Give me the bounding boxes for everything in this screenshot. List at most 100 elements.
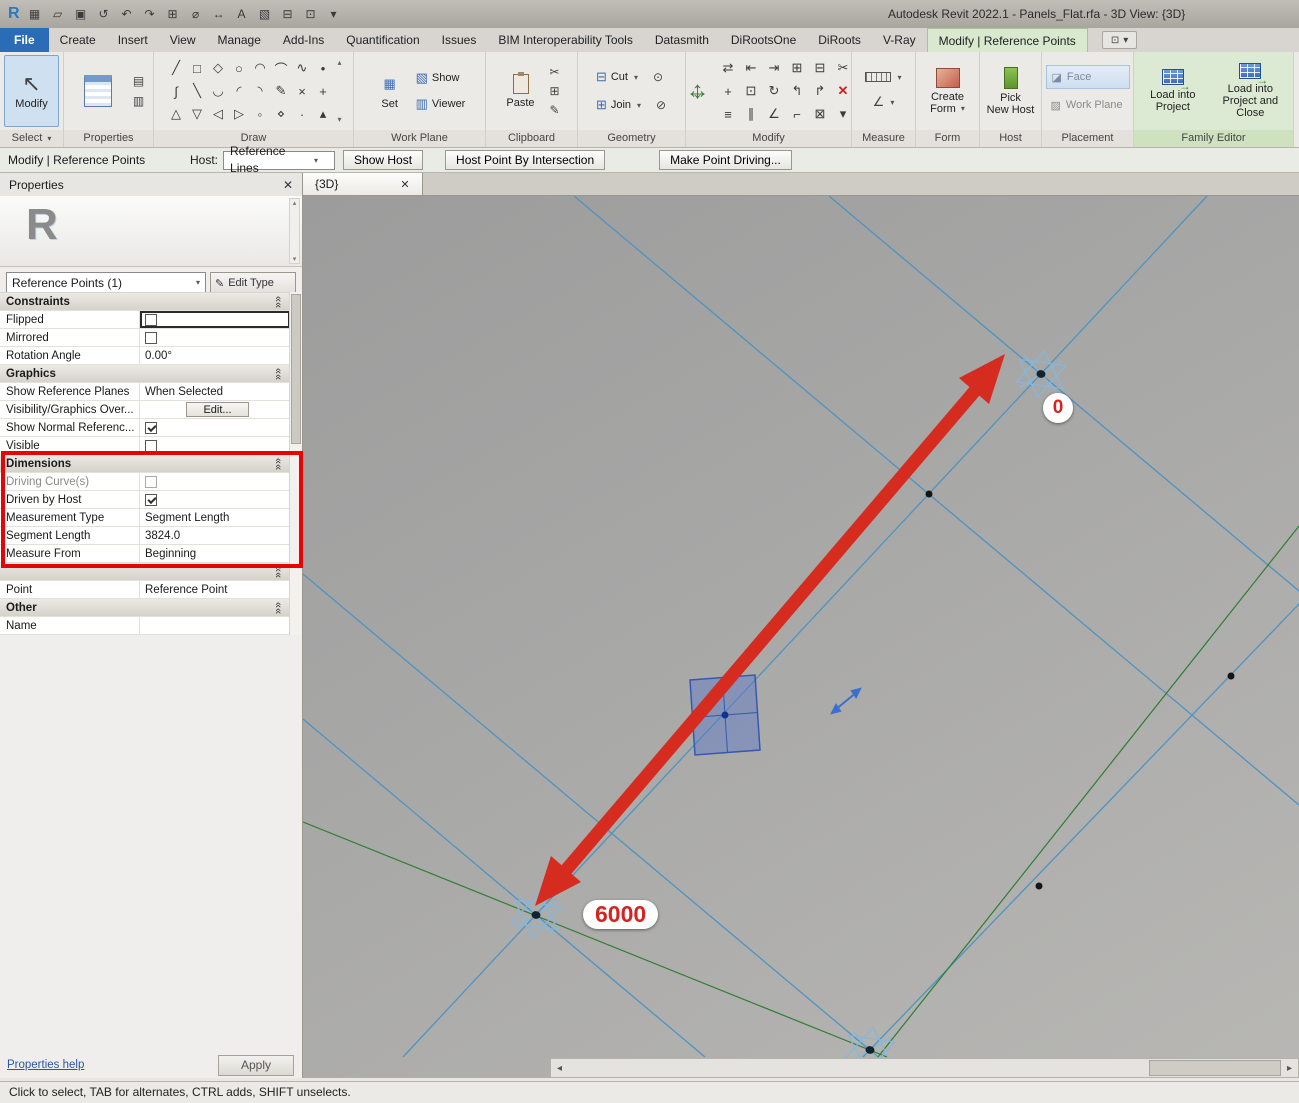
placement-work-plane-button[interactable]: ▨ Work Plane [1046, 93, 1130, 117]
segment-length-value[interactable]: 3824.0 [140, 527, 290, 544]
panel-label-geometry[interactable]: Geometry [578, 130, 685, 147]
tab-insert[interactable]: Insert [107, 28, 159, 52]
draw-close-icon[interactable]: × [291, 80, 312, 103]
param-row-visible[interactable]: Visible [0, 437, 290, 455]
draw-polygon-icon[interactable]: ◇ [207, 57, 228, 80]
scroll-down-icon[interactable]: ▾ [337, 115, 341, 124]
join-geometry-button[interactable]: ⊞ Join ▾ [593, 96, 644, 114]
tab-bim-interoperability-tools[interactable]: BIM Interoperability Tools [487, 28, 644, 52]
param-value[interactable]: When Selected [140, 383, 290, 400]
show-host-button[interactable]: Show Host [343, 150, 424, 170]
param-row-point[interactable]: Point Reference Point [0, 581, 290, 599]
param-row-driven-by-host[interactable]: Driven by Host [0, 491, 290, 509]
show-normal-reference-checkbox[interactable] [145, 421, 157, 434]
tab-create[interactable]: Create [49, 28, 107, 52]
param-value[interactable]: Segment Length [140, 509, 290, 526]
panel-label-properties[interactable]: Properties [64, 130, 153, 147]
properties-header[interactable]: Properties ✕ [0, 173, 302, 196]
panel-label-clipboard[interactable]: Clipboard [486, 130, 577, 147]
param-row-visibility-graphics[interactable]: Visibility/Graphics Over... Edit... [0, 401, 290, 419]
param-row-show-normal-reference[interactable]: Show Normal Referenc... [0, 419, 290, 437]
tab-quantification[interactable]: Quantification [335, 28, 430, 52]
model-canvas[interactable]: 0 6000 ◂ ▸ [303, 196, 1299, 1078]
offset-left-icon[interactable]: ⇤ [740, 57, 763, 80]
draw-arc-icon[interactable]: ◠ [249, 57, 270, 80]
app-menu-icon[interactable]: ▦ [27, 7, 43, 21]
reference-point-dots[interactable] [925, 490, 1235, 890]
flipped-checkbox[interactable] [145, 313, 157, 326]
point-dot[interactable] [925, 490, 933, 498]
param-row-driving-curves[interactable]: Driving Curve(s) [0, 473, 290, 491]
panel-label-form[interactable]: Form [916, 130, 979, 147]
offset-right-icon[interactable]: ⇥ [763, 57, 786, 80]
draw-dot-icon[interactable]: · [291, 103, 312, 126]
draw-plus-icon[interactable]: + [312, 80, 333, 103]
cut-geometry-button[interactable]: ⊟ Cut ▾ [593, 68, 641, 86]
collapse-section-icon[interactable]: «« [272, 295, 284, 307]
panel-center-point[interactable] [721, 711, 729, 719]
draw-arc-3-icon[interactable]: ◜ [228, 80, 249, 103]
draw-triangle-down-icon[interactable]: ▽ [186, 103, 207, 126]
collapse-section-icon[interactable]: «« [272, 367, 284, 379]
draw-arc-2-icon[interactable]: ◡ [207, 80, 228, 103]
show-work-plane-button[interactable]: ▧ Show [413, 69, 469, 87]
draw-pick-icon[interactable]: ✎ [270, 80, 291, 103]
tab-modify-reference-points[interactable]: Modify | Reference Points [926, 28, 1088, 52]
point-dot[interactable] [1227, 672, 1235, 680]
view-tab-3d[interactable]: {3D} ✕ [303, 173, 423, 195]
pin-icon[interactable]: ≡ [717, 103, 740, 126]
driven-by-host-checkbox[interactable] [145, 493, 157, 506]
draw-triangle-icon[interactable]: △ [165, 103, 186, 126]
panel-label-modify[interactable]: Modify [686, 130, 851, 147]
close-view-icon[interactable]: ✕ [400, 178, 409, 191]
draw-line-icon[interactable]: ╱ [165, 57, 186, 80]
preview-scrollbar[interactable]: ▴ ▾ [289, 198, 300, 264]
param-value[interactable]: Reference Point [140, 581, 290, 598]
scrollbar-thumb[interactable] [1149, 1060, 1281, 1076]
panel-label-family-editor[interactable]: Family Editor [1134, 130, 1293, 147]
viewer-button[interactable]: ▥ Viewer [413, 95, 469, 113]
set-work-plane-button[interactable]: ▦ Set [371, 55, 409, 127]
param-row-show-reference-planes[interactable]: Show Reference Planes When Selected [0, 383, 290, 401]
collapse-section-icon[interactable]: «« [272, 457, 284, 469]
extend-icon[interactable]: ↱ [809, 80, 832, 103]
mirror-icon[interactable]: ⊞ [786, 57, 809, 80]
text-icon[interactable]: A [234, 7, 250, 21]
demolish-icon[interactable]: ⌐ [786, 103, 809, 126]
draw-circle-icon[interactable]: ○ [228, 57, 249, 80]
collapse-section-icon[interactable]: «« [272, 601, 284, 613]
visible-checkbox[interactable] [145, 439, 157, 452]
qat-customize-icon[interactable]: ▾ [326, 7, 342, 21]
scroll-up-icon[interactable]: ▴ [337, 58, 341, 67]
param-value[interactable]: Beginning [140, 545, 290, 562]
tab-file[interactable]: File [0, 28, 49, 52]
copy-to-clipboard-icon[interactable]: ⊞ [546, 84, 564, 98]
param-row-measure-from[interactable]: Measure From Beginning [0, 545, 290, 563]
host-point-by-intersection-button[interactable]: Host Point By Intersection [445, 150, 606, 170]
draw-triangle-left-icon[interactable]: ◁ [207, 103, 228, 126]
tab-add-ins[interactable]: Add-Ins [272, 28, 335, 52]
draw-small-circle-icon[interactable]: ◦ [249, 103, 270, 126]
param-row-mirrored[interactable]: Mirrored [0, 329, 290, 347]
scroll-right-icon[interactable]: ▸ [1281, 1063, 1298, 1074]
type-selector-dropdown[interactable]: Reference Points (1) ▾ [6, 272, 206, 293]
measure-button[interactable]: ▾ [865, 72, 902, 82]
redo-icon[interactable]: ↷ [142, 7, 158, 21]
collapse-section-icon[interactable]: «« [272, 565, 284, 577]
pick-new-host-button[interactable]: Pick New Host [984, 55, 1037, 127]
section-header-graphics[interactable]: Graphics «« [0, 365, 290, 383]
make-point-driving-button[interactable]: Make Point Driving... [659, 150, 792, 170]
panel-label-host[interactable]: Host [980, 130, 1041, 147]
save-icon[interactable]: ▣ [73, 7, 89, 21]
scrollbar-thumb[interactable] [291, 294, 301, 444]
draw-diamond-icon[interactable]: ⋄ [270, 103, 291, 126]
properties-toggle-button[interactable] [70, 55, 126, 127]
apply-button[interactable]: Apply [218, 1054, 294, 1076]
ribbon-display-toggle[interactable]: ⊡ ▾ [1101, 31, 1138, 49]
panel-label-placement[interactable]: Placement [1042, 130, 1133, 147]
section-icon[interactable]: ⊟ [280, 7, 296, 21]
param-value[interactable]: 0.00° [140, 347, 290, 364]
sync-icon[interactable]: ↺ [96, 7, 112, 21]
family-category-icon[interactable]: ▥ [130, 94, 148, 108]
copy-icon[interactable]: ⊟ [809, 57, 832, 80]
